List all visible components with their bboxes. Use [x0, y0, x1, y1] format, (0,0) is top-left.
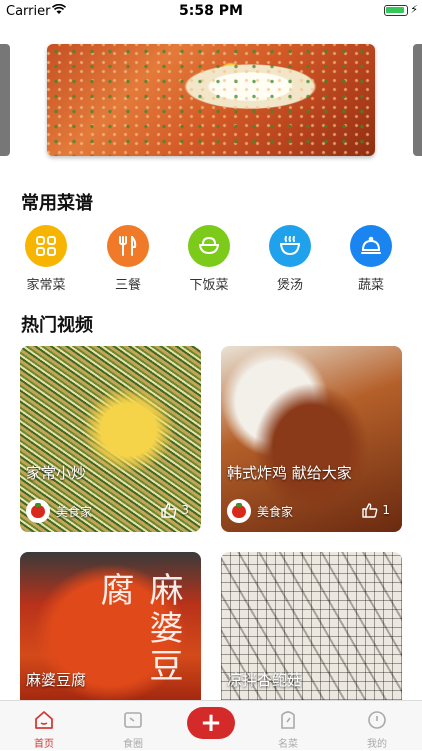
avatar [26, 499, 50, 523]
category-home-cooking[interactable]: 家常菜 [16, 225, 76, 293]
author-name: 美食家 [56, 504, 93, 519]
soup-bowl-icon [269, 225, 311, 267]
section-title-hot-videos: 热门视频 [21, 315, 93, 336]
tab-home[interactable]: 首页 [2, 701, 86, 751]
like-button[interactable]: 1 [362, 502, 390, 518]
thumbs-up-icon [362, 503, 378, 518]
home-icon [35, 711, 53, 729]
video-title: 家常小炒 [26, 464, 87, 482]
rice-bowl-icon [188, 225, 230, 267]
video-card[interactable]: 家常小炒 美食家 3 [20, 346, 201, 532]
video-card[interactable]: 麻婆豆腐 麻婆豆腐 [20, 552, 201, 700]
fork-knife-icon [107, 225, 149, 267]
circle-feed-icon [124, 712, 142, 728]
charging-icon: ⚡ [410, 3, 418, 16]
category-label: 三餐 [114, 278, 141, 293]
category-soup[interactable]: 煲汤 [260, 225, 320, 293]
thumbs-up-icon [161, 503, 177, 518]
category-vegetables[interactable]: 蔬菜 [341, 225, 401, 293]
video-card[interactable]: 凉拌杏鲍菇 [221, 552, 402, 700]
carousel-prev-slide[interactable] [0, 44, 10, 156]
avatar [227, 499, 251, 523]
tab-profile[interactable]: 我的 [335, 701, 419, 751]
add-recipe-button[interactable]: + [187, 707, 235, 739]
tab-label: 名菜 [278, 739, 298, 750]
video-author[interactable]: 美食家 [26, 499, 92, 523]
battery-icon [384, 5, 408, 16]
tab-feed[interactable]: 食圈 [91, 701, 175, 751]
category-three-meals[interactable]: 三餐 [98, 225, 158, 293]
tab-label: 食圈 [123, 739, 143, 750]
tab-famous-dishes[interactable]: 名菜 [246, 701, 330, 751]
banner-image[interactable] [47, 44, 375, 156]
tab-label: 我的 [367, 739, 387, 750]
author-name: 美食家 [257, 504, 294, 519]
category-rice-dishes[interactable]: 下饭菜 [179, 225, 239, 293]
status-time: 5:58 PM [179, 3, 243, 19]
video-title: 凉拌杏鲍菇 [227, 671, 303, 689]
grid-icon [25, 225, 67, 267]
like-button[interactable]: 3 [161, 502, 189, 518]
thumbnail-calligraphy: 麻婆豆腐 [94, 572, 183, 686]
video-title: 麻婆豆腐 [26, 671, 87, 689]
cloche-icon [350, 225, 392, 267]
category-label: 煲汤 [276, 278, 303, 293]
section-title-common-recipes: 常用菜谱 [21, 193, 93, 214]
video-card[interactable]: 韩式炸鸡 献给大家 美食家 1 [221, 346, 402, 532]
tab-label: 首页 [34, 739, 54, 750]
category-label: 蔬菜 [357, 278, 384, 293]
category-label: 家常菜 [26, 278, 66, 293]
category-label: 下饭菜 [189, 278, 229, 293]
tag-icon [281, 711, 295, 729]
video-author[interactable]: 美食家 [227, 499, 293, 523]
video-title: 韩式炸鸡 献给大家 [227, 464, 352, 482]
like-count: 1 [382, 503, 390, 517]
like-count: 3 [181, 503, 189, 517]
profile-icon [368, 711, 386, 729]
status-bar: Carrier 5:58 PM ⚡ [0, 0, 422, 22]
carousel-next-slide[interactable] [413, 44, 422, 156]
